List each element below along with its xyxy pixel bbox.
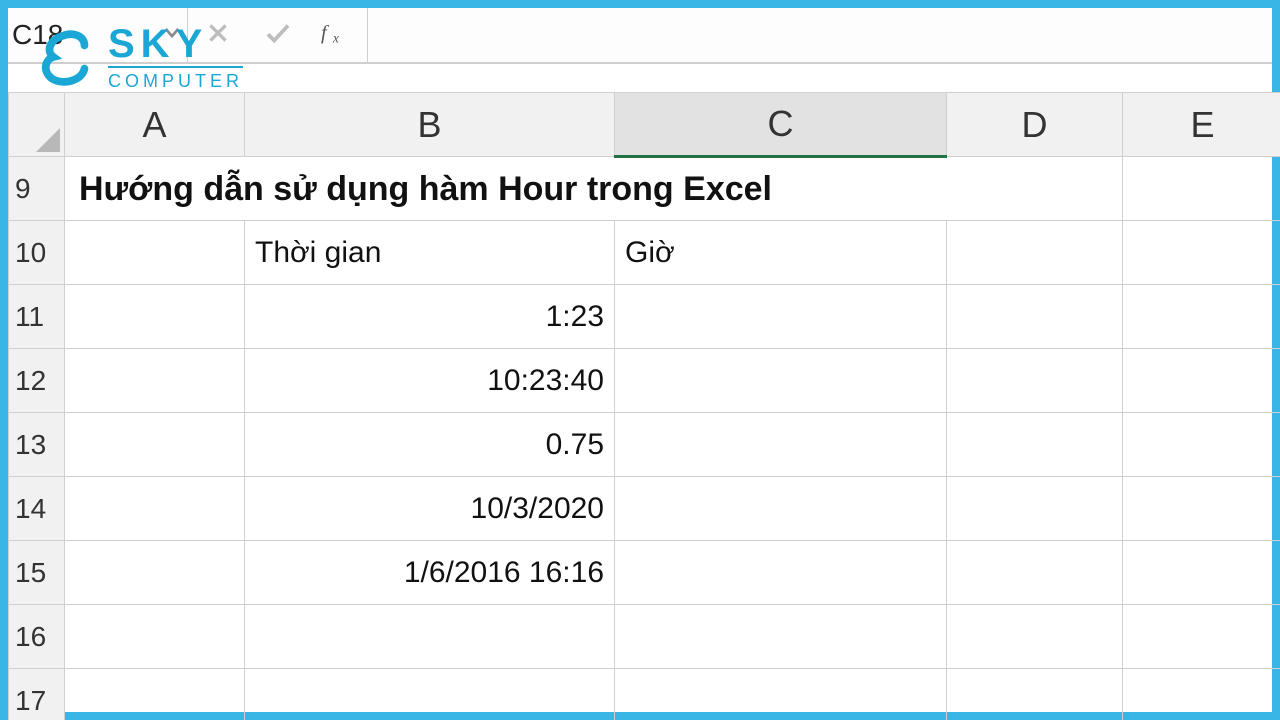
cell-B10[interactable]: Thời gian [245, 221, 615, 285]
column-header-row: A B C D E [9, 93, 1280, 157]
row-header[interactable]: 11 [9, 285, 65, 349]
column-header-A[interactable]: A [65, 93, 245, 157]
cell-A16[interactable] [65, 605, 245, 669]
row-15: 15 1/6/2016 16:16 [9, 541, 1280, 605]
cell-C13[interactable] [615, 413, 947, 477]
column-header-E[interactable]: E [1123, 93, 1280, 157]
select-all-corner[interactable] [9, 93, 65, 157]
row-header[interactable]: 12 [9, 349, 65, 413]
row-header[interactable]: 17 [9, 669, 65, 720]
cell-A17[interactable] [65, 669, 245, 720]
cell-B13[interactable]: 0.75 [245, 413, 615, 477]
row-13: 13 0.75 [9, 413, 1280, 477]
cell-B11[interactable]: 1:23 [245, 285, 615, 349]
svg-text:x: x [331, 30, 338, 45]
cell-E12[interactable] [1123, 349, 1280, 413]
column-header-D[interactable]: D [947, 93, 1123, 157]
cell-C12[interactable] [615, 349, 947, 413]
cell-A9-title[interactable]: Hướng dẫn sử dụng hàm Hour trong Excel [65, 157, 1123, 221]
cell-D14[interactable] [947, 477, 1123, 541]
cell-E15[interactable] [1123, 541, 1280, 605]
formula-input[interactable] [368, 8, 1272, 62]
row-16: 16 [9, 605, 1280, 669]
cell-D12[interactable] [947, 349, 1123, 413]
row-10: 10 Thời gian Giờ [9, 221, 1280, 285]
insert-function-button[interactable]: f x [308, 8, 368, 62]
cell-B12[interactable]: 10:23:40 [245, 349, 615, 413]
svg-text:f: f [321, 21, 330, 43]
cell-A15[interactable] [65, 541, 245, 605]
spreadsheet-grid[interactable]: A B C D E 9 Hướng dẫn sử dụng hàm Hour t… [8, 92, 1272, 712]
cell-B15[interactable]: 1/6/2016 16:16 [245, 541, 615, 605]
cell-C15[interactable] [615, 541, 947, 605]
cell-E14[interactable] [1123, 477, 1280, 541]
cell-D15[interactable] [947, 541, 1123, 605]
cell-D11[interactable] [947, 285, 1123, 349]
enter-button[interactable] [248, 8, 308, 62]
row-14: 14 10/3/2020 [9, 477, 1280, 541]
cell-A13[interactable] [65, 413, 245, 477]
name-box[interactable]: C18 [8, 8, 187, 62]
row-header[interactable]: 15 [9, 541, 65, 605]
cancel-icon [205, 20, 231, 51]
cell-D17[interactable] [947, 669, 1123, 720]
row-header[interactable]: 9 [9, 157, 65, 221]
cancel-button[interactable] [188, 8, 248, 62]
cell-B16[interactable] [245, 605, 615, 669]
cell-E13[interactable] [1123, 413, 1280, 477]
row-header[interactable]: 13 [9, 413, 65, 477]
cell-C14[interactable] [615, 477, 947, 541]
cell-B14[interactable]: 10/3/2020 [245, 477, 615, 541]
cell-C17[interactable] [615, 669, 947, 720]
cell-A11[interactable] [65, 285, 245, 349]
row-9: 9 Hướng dẫn sử dụng hàm Hour trong Excel [9, 157, 1280, 221]
column-header-B[interactable]: B [245, 93, 615, 157]
cell-A12[interactable] [65, 349, 245, 413]
row-11: 11 1:23 [9, 285, 1280, 349]
row-header[interactable]: 10 [9, 221, 65, 285]
enter-icon [263, 18, 293, 53]
cell-E17[interactable] [1123, 669, 1280, 720]
cell-A14[interactable] [65, 477, 245, 541]
fx-icon: f x [321, 19, 355, 52]
cell-C16[interactable] [615, 605, 947, 669]
row-header[interactable]: 16 [9, 605, 65, 669]
cell-B17[interactable] [245, 669, 615, 720]
cell-C11[interactable] [615, 285, 947, 349]
row-17: 17 [9, 669, 1280, 720]
row-header[interactable]: 14 [9, 477, 65, 541]
row-12: 12 10:23:40 [9, 349, 1280, 413]
cell-D13[interactable] [947, 413, 1123, 477]
cell-A10[interactable] [65, 221, 245, 285]
column-header-C[interactable]: C [615, 93, 947, 157]
cell-E10[interactable] [1123, 221, 1280, 285]
dropdown-icon[interactable] [163, 24, 181, 47]
cell-E16[interactable] [1123, 605, 1280, 669]
cell-E9[interactable] [1123, 157, 1280, 221]
cell-E11[interactable] [1123, 285, 1280, 349]
name-box-wrap: C18 [8, 8, 188, 62]
formula-bar: C18 f x [8, 8, 1272, 64]
logo-text-2: COMPUTER [108, 72, 243, 90]
cell-C10[interactable]: Giờ [615, 221, 947, 285]
cell-D10[interactable] [947, 221, 1123, 285]
cell-D16[interactable] [947, 605, 1123, 669]
